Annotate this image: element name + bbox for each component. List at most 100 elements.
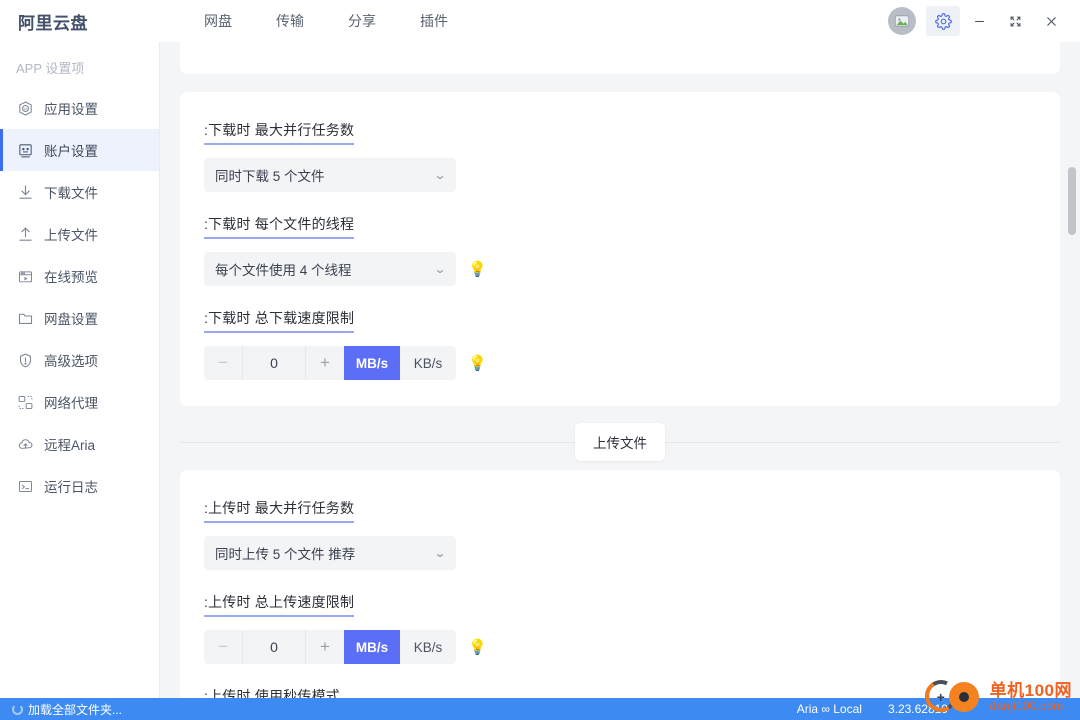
nav-tab-transfer[interactable]: 传输	[254, 5, 326, 37]
app-logo: 阿里云盘	[18, 13, 88, 33]
svg-text:UI: UI	[23, 107, 27, 111]
sidebar-item-label: 在线预览	[44, 270, 98, 285]
gear-icon	[934, 12, 952, 30]
field-control-row: 同时下载 5 个文件 ⌄	[204, 158, 1036, 192]
close-button[interactable]	[1034, 6, 1068, 36]
download-speed-limit-stepper: − 0 + MB/s KB/s	[204, 346, 456, 380]
loading-spinner-icon	[12, 703, 23, 715]
status-loading: 加载全部文件夹...	[12, 701, 122, 718]
unit-kbps-button[interactable]: KB/s	[400, 346, 456, 380]
settings-scroll-area: :下载时 最大并行任务数 同时下载 5 个文件 ⌄ :下载时 每个文件的线程 每…	[178, 42, 1062, 698]
sidebar-item-remote-aria[interactable]: 远程Aria	[0, 423, 159, 465]
select-value: 同时下载 5 个文件	[215, 169, 325, 184]
window-controls	[888, 6, 1080, 36]
download-max-parallel-select[interactable]: 同时下载 5 个文件 ⌄	[204, 158, 456, 192]
field-control-row: 每个文件使用 4 个线程 ⌄ 💡	[204, 252, 1036, 286]
cloud-upload-icon	[16, 435, 34, 453]
terminal-icon	[16, 477, 34, 495]
sidebar-item-app-settings[interactable]: UI 应用设置	[0, 87, 159, 129]
nav-tab-plugin[interactable]: 插件	[398, 5, 470, 37]
field-upload-rapid-mode: :上传时 使用秒传模式 ✕ 上传中 只通过秒传上传，暂停不能秒传的任务 💡	[204, 686, 1036, 698]
upload-max-parallel-select[interactable]: 同时上传 5 个文件 推荐 ⌄	[204, 536, 456, 570]
sidebar-item-advanced-options[interactable]: 高级选项	[0, 339, 159, 381]
chevron-down-icon: ⌄	[433, 262, 447, 276]
maximize-button[interactable]	[998, 6, 1032, 36]
download-threads-select[interactable]: 每个文件使用 4 个线程 ⌄	[204, 252, 456, 286]
field-label: :下载时 总下载速度限制	[204, 308, 355, 333]
sidebar-item-label: 账户设置	[44, 144, 98, 159]
field-control-row: − 0 + MB/s KB/s 💡	[204, 346, 1036, 380]
maximize-expand-icon	[1010, 16, 1020, 26]
sidebar-item-label: 远程Aria	[44, 438, 96, 453]
sidebar-item-label: 应用设置	[44, 102, 98, 117]
sidebar-item-label: 高级选项	[44, 354, 98, 369]
unit-mbps-button[interactable]: MB/s	[344, 630, 400, 664]
app-window: 阿里云盘 网盘 传输 分享 插件 APP 设置项 UI 应用设置 账户设置 下载…	[0, 0, 1080, 720]
image-avatar-icon	[894, 15, 910, 27]
scrollbar-thumb[interactable]	[1068, 167, 1076, 235]
field-upload-speed-limit: :上传时 总上传速度限制 − 0 + MB/s KB/s 💡	[204, 592, 1036, 664]
field-label: :上传时 使用秒传模式	[204, 686, 340, 698]
sidebar-item-label: 运行日志	[44, 480, 98, 495]
sidebar-content-gutter	[160, 42, 178, 698]
field-download-max-parallel: :下载时 最大并行任务数 同时下载 5 个文件 ⌄	[204, 120, 1036, 192]
field-download-speed-limit: :下载时 总下载速度限制 − 0 + MB/s KB/s 💡	[204, 308, 1036, 380]
minimize-button[interactable]	[962, 6, 996, 36]
settings-content: :下载时 最大并行任务数 同时下载 5 个文件 ⌄ :下载时 每个文件的线程 每…	[178, 42, 1080, 698]
minimize-icon	[974, 20, 984, 22]
account-face-icon	[16, 141, 34, 159]
sidebar-item-label: 上传文件	[44, 228, 98, 243]
sidebar-item-upload-files[interactable]: 上传文件	[0, 213, 159, 255]
unit-kbps-button[interactable]: KB/s	[400, 630, 456, 664]
chevron-down-icon: ⌄	[433, 546, 447, 560]
sidebar-item-run-log[interactable]: 运行日志	[0, 465, 159, 507]
hint-bulb-icon[interactable]: 💡	[468, 640, 487, 655]
ui-app-icon: UI	[16, 99, 34, 117]
section-chip-upload: 上传文件	[575, 423, 665, 461]
select-value: 每个文件使用 4 个线程	[215, 263, 352, 278]
sidebar-item-online-preview[interactable]: 在线预览	[0, 255, 159, 297]
main-nav-tabs: 网盘 传输 分享 插件	[182, 5, 470, 37]
body: APP 设置项 UI 应用设置 账户设置 下载文件 上传文件 在线预览 网盘设置…	[0, 42, 1080, 698]
field-label: :下载时 每个文件的线程	[204, 214, 355, 239]
sidebar-item-pan-settings[interactable]: 网盘设置	[0, 297, 159, 339]
field-control-row: 同时上传 5 个文件 推荐 ⌄	[204, 536, 1036, 570]
field-label: :上传时 最大并行任务数	[204, 498, 355, 523]
sidebar: APP 设置项 UI 应用设置 账户设置 下载文件 上传文件 在线预览 网盘设置…	[0, 42, 160, 698]
avatar[interactable]	[888, 7, 916, 35]
download-speed-limit-input[interactable]: 0	[242, 346, 306, 380]
nav-tab-pan[interactable]: 网盘	[182, 5, 254, 37]
hint-bulb-icon[interactable]: 💡	[468, 262, 487, 277]
folder-icon	[16, 309, 34, 327]
sidebar-item-label: 网盘设置	[44, 312, 98, 327]
status-aria-label[interactable]: Aria ∞ Local	[797, 702, 862, 716]
decrement-button[interactable]: −	[204, 346, 242, 380]
network-proxy-icon	[16, 393, 34, 411]
content-scrollbar[interactable]	[1068, 42, 1076, 698]
status-loading-text: 加载全部文件夹...	[28, 702, 123, 717]
increment-button[interactable]: +	[306, 630, 344, 664]
nav-tab-share[interactable]: 分享	[326, 5, 398, 37]
sidebar-item-network-proxy[interactable]: 网络代理	[0, 381, 159, 423]
shield-alert-icon	[16, 351, 34, 369]
sidebar-item-download-files[interactable]: 下载文件	[0, 171, 159, 213]
status-bar: 加载全部文件夹... Aria ∞ Local 3.23.62819	[0, 698, 1080, 720]
upload-speed-limit-input[interactable]: 0	[242, 630, 306, 664]
sidebar-item-account-settings[interactable]: 账户设置	[0, 129, 159, 171]
unit-mbps-button[interactable]: MB/s	[344, 346, 400, 380]
chevron-down-icon: ⌄	[433, 168, 447, 182]
upload-speed-limit-stepper: − 0 + MB/s KB/s	[204, 630, 456, 664]
sidebar-item-label: 下载文件	[44, 186, 98, 201]
status-version: 3.23.62819	[887, 702, 948, 716]
sidebar-title: APP 设置项	[16, 61, 85, 76]
hint-bulb-icon[interactable]: 💡	[468, 356, 487, 371]
field-download-threads-per-file: :下载时 每个文件的线程 每个文件使用 4 个线程 ⌄ 💡	[204, 214, 1036, 286]
settings-button[interactable]	[926, 6, 960, 36]
download-settings-card: :下载时 最大并行任务数 同时下载 5 个文件 ⌄ :下载时 每个文件的线程 每…	[180, 92, 1060, 406]
sidebar-item-label: 网络代理	[44, 396, 98, 411]
upload-section-divider: 上传文件	[180, 423, 1060, 461]
increment-button[interactable]: +	[306, 346, 344, 380]
decrement-button[interactable]: −	[204, 630, 242, 664]
previous-section-card-partial	[180, 42, 1060, 74]
field-control-row: − 0 + MB/s KB/s 💡	[204, 630, 1036, 664]
